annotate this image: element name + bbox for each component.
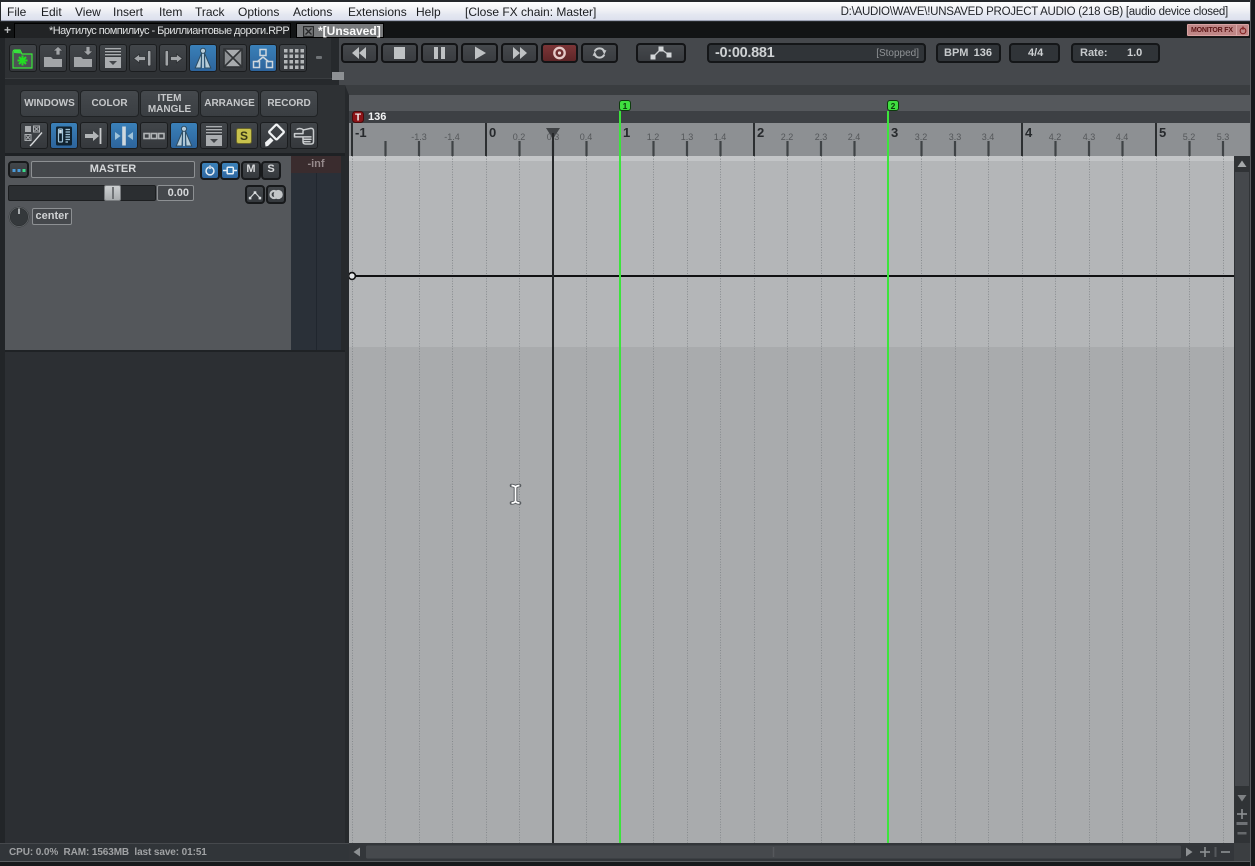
svg-text:S: S — [240, 129, 248, 143]
svg-text:T: T — [355, 113, 361, 124]
